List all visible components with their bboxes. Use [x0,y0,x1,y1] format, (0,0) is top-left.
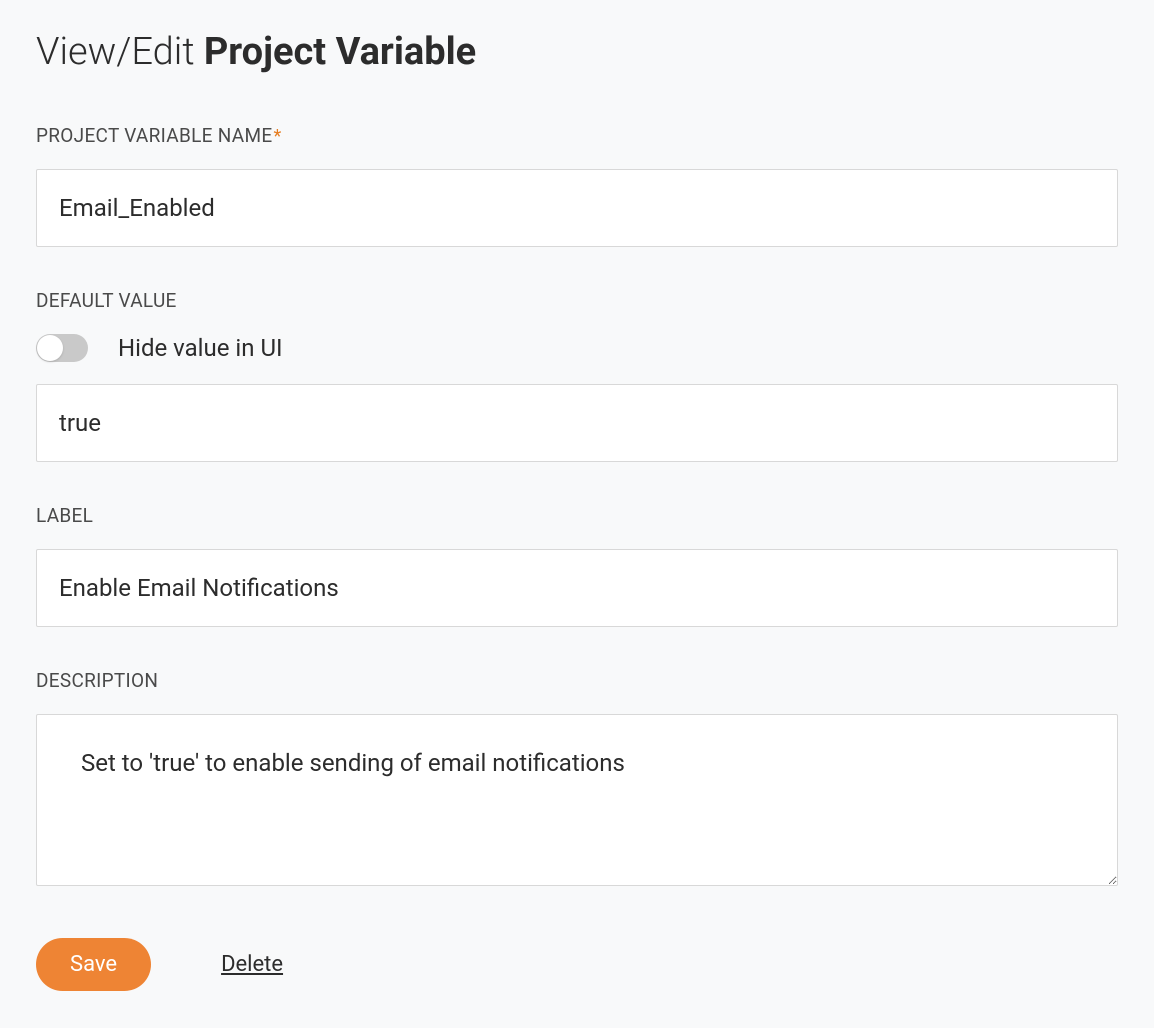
page-title: View/Edit Project Variable [36,30,1118,74]
required-marker: * [273,126,281,147]
field-group-name: PROJECT VARIABLE NAME* [36,124,1118,247]
field-group-description: DESCRIPTION [36,669,1118,890]
label-field-label: LABEL [36,504,1118,527]
default-value-input[interactable] [36,384,1118,462]
label-input[interactable] [36,549,1118,627]
page-title-bold: Project Variable [204,30,476,74]
name-label-text: PROJECT VARIABLE NAME [36,124,272,147]
field-group-label: LABEL [36,504,1118,627]
default-value-label: DEFAULT VALUE [36,289,1118,312]
field-group-default-value: DEFAULT VALUE Hide value in UI [36,289,1118,462]
hide-value-toggle-row: Hide value in UI [36,334,1118,362]
description-label: DESCRIPTION [36,669,1118,692]
delete-link[interactable]: Delete [221,952,283,977]
description-textarea[interactable] [36,714,1118,886]
button-row: Save Delete [36,938,1118,991]
save-button[interactable]: Save [36,938,151,991]
hide-value-toggle[interactable] [36,334,88,362]
toggle-knob-icon [37,335,63,361]
hide-value-toggle-label: Hide value in UI [118,334,283,362]
page-title-prefix: View/Edit [36,30,204,74]
name-input[interactable] [36,169,1118,247]
name-label: PROJECT VARIABLE NAME* [36,124,1118,147]
